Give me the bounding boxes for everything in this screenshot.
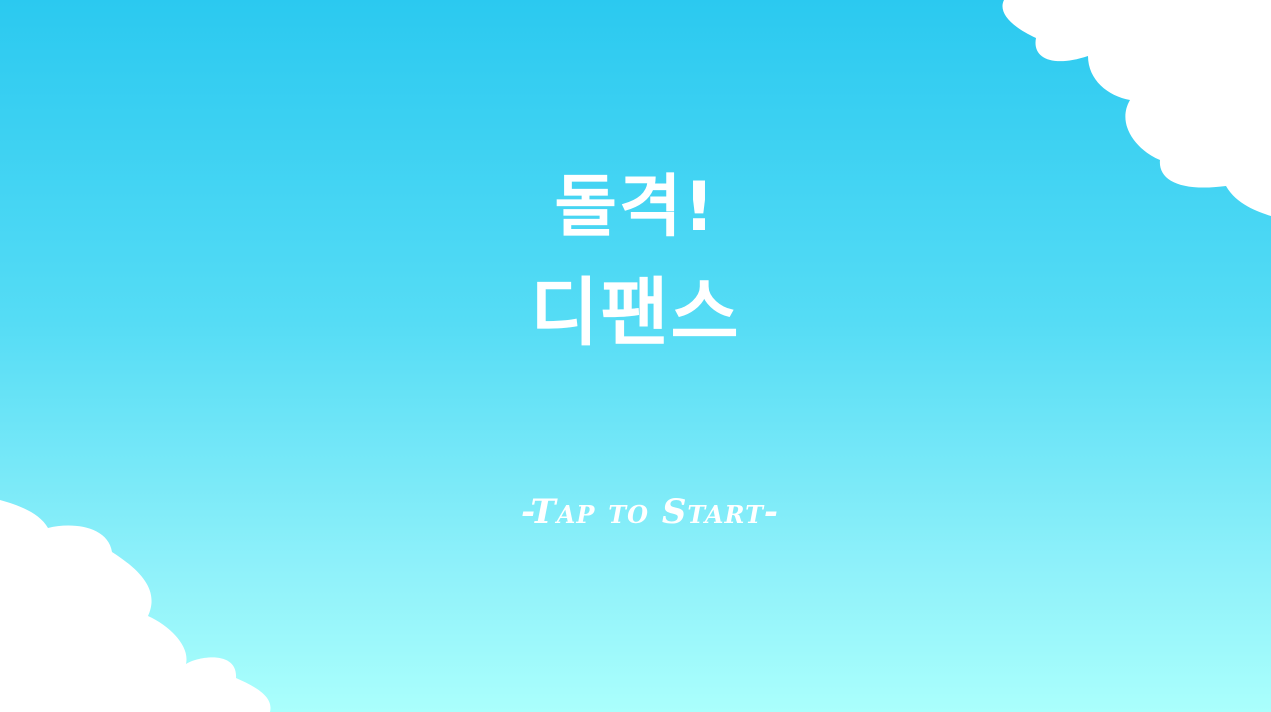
game-title-line1: 돌격!: [554, 168, 717, 247]
tap-to-start-prompt[interactable]: -Tap to Start-: [0, 492, 1271, 532]
game-title-line2: 디팬스: [530, 270, 741, 356]
title-screen[interactable]: 돌격! 디팬스 -Tap to Start-: [0, 0, 1271, 712]
